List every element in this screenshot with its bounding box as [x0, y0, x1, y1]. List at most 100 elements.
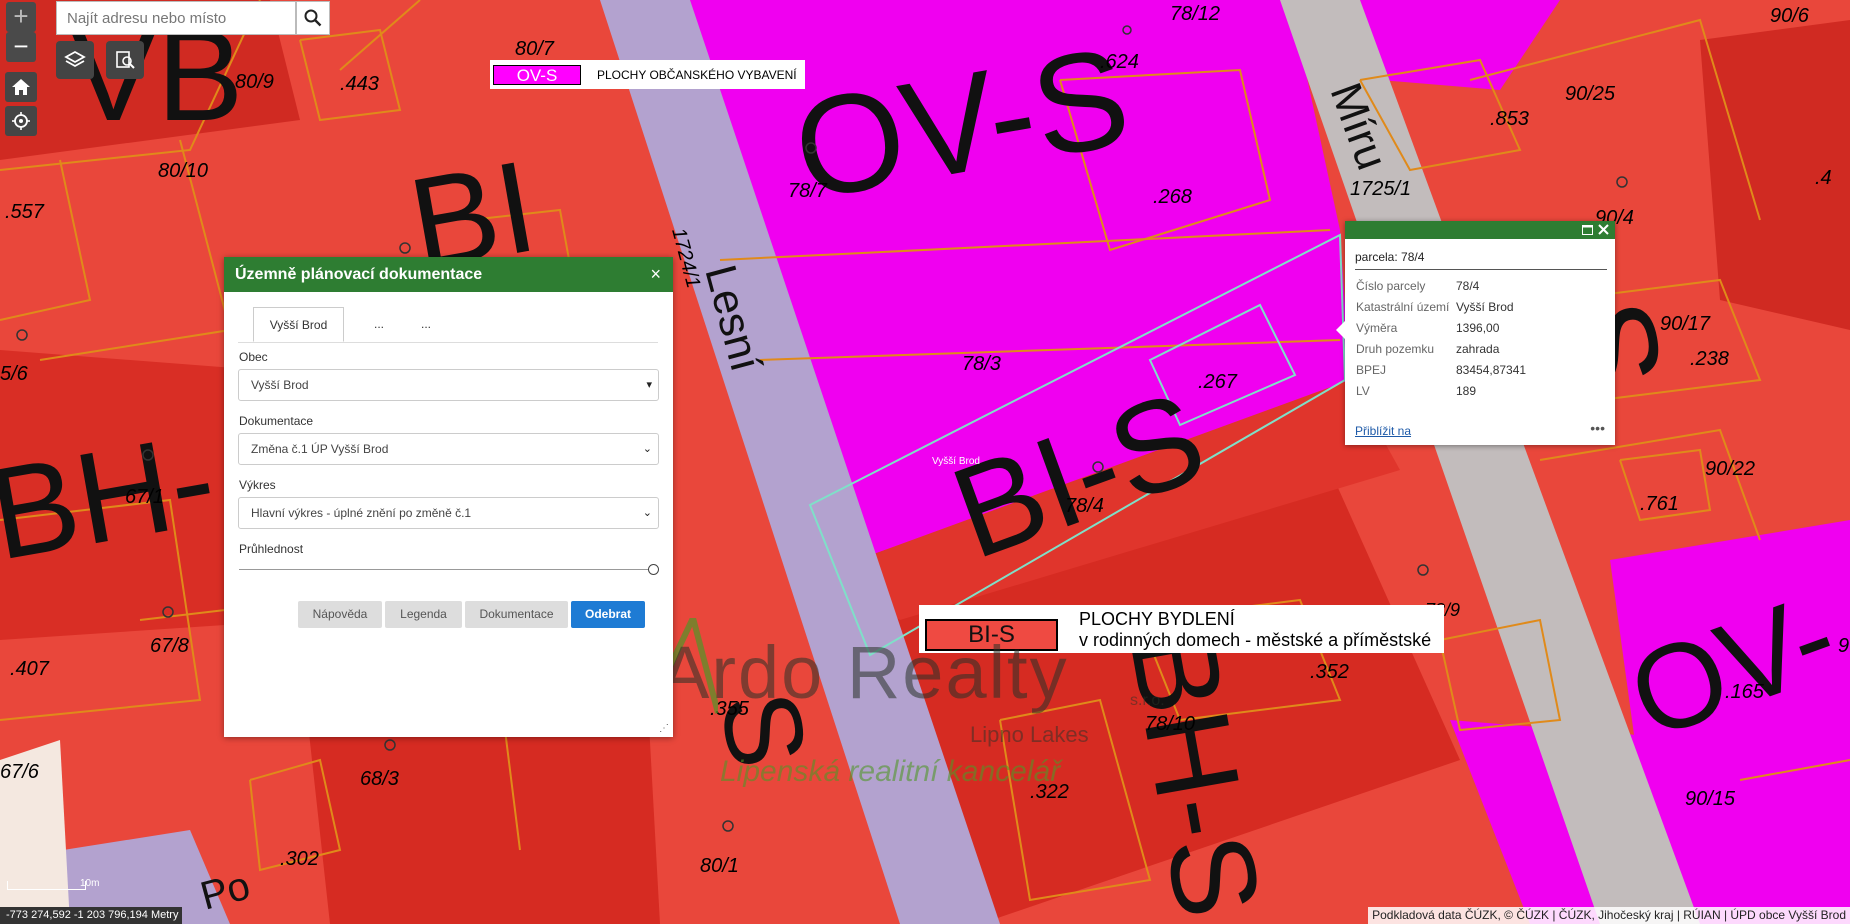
obec-value: Vyšší Brod	[251, 378, 309, 392]
tab-second[interactable]: ...	[374, 307, 384, 342]
parcel-label: 90/15	[1685, 788, 1736, 810]
parcel-label: 9	[1838, 635, 1849, 657]
popup-divider	[1355, 269, 1607, 270]
home-icon	[12, 79, 30, 95]
popup-key: Katastrální území	[1356, 300, 1450, 314]
parcel-label: 67/6	[0, 761, 40, 783]
parcel-label: 78/3	[962, 353, 1001, 375]
parcel-label: .302	[280, 848, 319, 870]
popup-value: 1396,00	[1456, 321, 1500, 335]
planning-docs-panel: Územně plánovací dokumentace × Vyšší Bro…	[224, 257, 673, 737]
dokumentace-label: Dokumentace	[239, 414, 314, 428]
popup-value: Vyšší Brod	[1456, 300, 1514, 314]
documentation-button[interactable]: Dokumentace	[465, 601, 568, 628]
parcel-label: .407	[10, 658, 50, 680]
locate-icon	[12, 112, 30, 130]
legend-button[interactable]: Legenda	[385, 601, 462, 628]
panel-title: Územně plánovací dokumentace	[235, 266, 483, 283]
parcel-label: 67/1	[125, 486, 164, 508]
dokumentace-value: Změna č.1 ÚP Vyšší Brod	[251, 442, 389, 456]
obec-select[interactable]: Vyšší Brod ▾	[238, 369, 659, 401]
popup-value: 78/4	[1456, 279, 1480, 293]
map-search-button[interactable]	[106, 41, 144, 79]
watermark-lipno-lakes: Lipno Lakes	[970, 722, 1089, 747]
zoom-to-link[interactable]: Přiblížit na	[1355, 424, 1411, 438]
search-button[interactable]	[296, 1, 330, 35]
parcel-label: 90/6	[1770, 5, 1810, 27]
parcel-label: 68/3	[360, 768, 399, 790]
zoom-in-button[interactable]: +	[6, 2, 36, 32]
dokumentace-select[interactable]: Změna č.1 ÚP Vyšší Brod ⌄	[238, 433, 659, 465]
panel-close-button[interactable]: ×	[650, 257, 661, 292]
parcel-label: .165	[1725, 681, 1765, 703]
parcel-label: 78/12	[1170, 3, 1220, 25]
popup-header	[1345, 221, 1615, 239]
legend-ov-s: OV-S PLOCHY OBČANSKÉHO VYBAVENÍ	[490, 60, 805, 89]
close-icon[interactable]	[1598, 224, 1609, 235]
parcel-label: 78/4	[1065, 495, 1104, 517]
pruhlednost-label: Průhlednost	[239, 542, 304, 556]
parcel-label: 90/17	[1660, 313, 1711, 335]
watermark-sro: s.r.o.	[1130, 692, 1165, 709]
popup-key: Číslo parcely	[1356, 279, 1426, 293]
legend-text-bi-s-subtitle: v rodinných domech - městské a příměstsk…	[1079, 630, 1432, 650]
tab-third[interactable]: ...	[421, 307, 431, 342]
help-button[interactable]: Nápověda	[298, 601, 382, 628]
parcel-label: .853	[1490, 108, 1529, 130]
parcel-label: 80/10	[158, 160, 208, 182]
maximize-icon[interactable]	[1582, 225, 1593, 235]
parcel-label: 1725/1	[1350, 178, 1411, 200]
home-button[interactable]	[5, 72, 37, 102]
parcel-label: .761	[1640, 493, 1679, 515]
parcel-label: 5/6	[0, 363, 29, 385]
parcel-label: .268	[1153, 186, 1192, 208]
popup-value: 189	[1456, 384, 1477, 398]
scale-label: 10m	[80, 878, 100, 889]
popup-key: Výměra	[1356, 321, 1398, 335]
popup-value: 83454,87341	[1456, 363, 1527, 377]
opacity-slider-track[interactable]	[239, 569, 651, 570]
popup-key: BPEJ	[1356, 363, 1387, 377]
resize-handle-icon[interactable]: ⋰	[659, 723, 669, 734]
parcel-label: 90/25	[1565, 83, 1616, 105]
tab-vyssi-brod[interactable]: Vyšší Brod	[253, 307, 344, 342]
legend-swatch-ov-s: OV-S	[493, 64, 581, 85]
attribution: Podkladová data ČÚZK, © ČÚZK | ČÚZK, Jih…	[1368, 907, 1850, 924]
legend-text-ov-s: PLOCHY OBČANSKÉHO VYBAVENÍ	[597, 67, 797, 82]
remove-button[interactable]: Odebrat	[571, 601, 645, 628]
panel-tabs: Vyšší Brod ... ...	[238, 307, 658, 343]
opacity-slider-handle[interactable]	[648, 564, 659, 575]
parcel-label: .352	[1310, 661, 1349, 683]
parcel-label: 78/10	[1145, 713, 1195, 735]
parcel-label: .557	[5, 201, 45, 223]
more-options-button[interactable]: •••	[1590, 420, 1605, 436]
parcel-label: .238	[1690, 348, 1729, 370]
place-label-vyssi-brod: Vyšší Brod	[932, 456, 980, 467]
popup-pointer	[1336, 321, 1345, 339]
popup-title: parcela: 78/4	[1355, 250, 1425, 264]
parcel-label: 90/22	[1705, 458, 1755, 480]
parcel-label: .443	[340, 73, 379, 95]
chevron-down-icon: ⌄	[642, 443, 652, 455]
zoom-out-button[interactable]: −	[6, 32, 36, 62]
watermark-ardo-realty: Ardo Realty	[660, 631, 1069, 714]
locate-button[interactable]	[5, 106, 37, 136]
parcel-label: .4	[1815, 167, 1832, 189]
scale-bar	[7, 881, 86, 890]
popup-key: Druh pozemku	[1356, 342, 1435, 356]
coordinate-readout: -773 274,592 -1 203 796,194 Metry	[0, 907, 183, 924]
vykres-label: Výkres	[239, 478, 276, 492]
popup-value: zahrada	[1456, 342, 1500, 356]
legend-text-bi-s-title: PLOCHY BYDLENÍ	[1079, 609, 1235, 629]
vykres-select[interactable]: Hlavní výkres - úplné znění po změně č.1…	[238, 497, 659, 529]
layers-button[interactable]	[56, 41, 94, 79]
parcel-label: 80/9	[235, 71, 274, 93]
parcel-label: 80/1	[700, 855, 739, 877]
search-icon	[304, 9, 322, 27]
obec-label: Obec	[239, 350, 268, 364]
parcel-label: .267	[1198, 371, 1238, 393]
document-search-icon	[116, 51, 135, 69]
parcel-label: 80/7	[515, 38, 555, 60]
search-input[interactable]: Najít adresu nebo místo	[56, 1, 296, 35]
watermark-tagline: Lipenská realitní kancelář	[720, 755, 1061, 788]
